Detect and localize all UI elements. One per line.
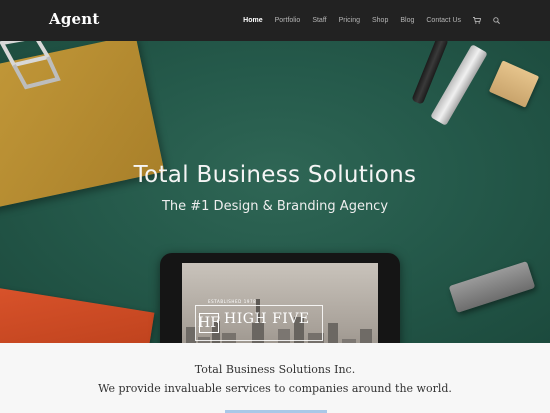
nav-item-staff[interactable]: Staff <box>306 17 332 24</box>
nav-item-portfolio[interactable]: Portfolio <box>269 17 307 24</box>
cart-icon[interactable] <box>467 17 487 24</box>
main-menu: Home Portfolio Staff Pricing Shop Blog C… <box>237 0 506 41</box>
site-logo[interactable]: Agent <box>49 10 100 28</box>
badge-established-text: ESTABLISHED 1978 <box>208 299 257 304</box>
top-navbar: Agent Home Portfolio Staff Pricing Shop … <box>0 0 550 41</box>
search-icon[interactable] <box>487 17 506 24</box>
hero-title: Total Business Solutions <box>133 162 417 188</box>
nav-item-contact-us[interactable]: Contact Us <box>420 17 467 24</box>
nav-item-home[interactable]: Home <box>237 17 268 24</box>
binder-clip-image <box>0 41 61 90</box>
hero-section: Total Business Solutions The #1 Design &… <box>0 41 550 343</box>
nav-item-shop[interactable]: Shop <box>366 17 394 24</box>
info-section: Total Business Solutions Inc. We provide… <box>0 343 550 413</box>
badge-text: HIGH FIVE <box>224 311 310 327</box>
nav-item-pricing[interactable]: Pricing <box>333 17 366 24</box>
hero-subtitle: The #1 Design & Branding Agency <box>161 199 389 214</box>
stapler-image <box>448 261 536 313</box>
nav-item-blog[interactable]: Blog <box>394 17 420 24</box>
badge-mark: HF <box>198 313 220 333</box>
company-name-text: Total Business Solutions Inc. <box>194 363 356 376</box>
notebook-image <box>0 286 155 343</box>
eraser-image <box>488 60 540 108</box>
company-tagline-text: We provide invaluable services to compan… <box>98 382 452 395</box>
tablet-image: ESTABLISHED 1978 HF HIGH FIVE <box>160 253 400 343</box>
